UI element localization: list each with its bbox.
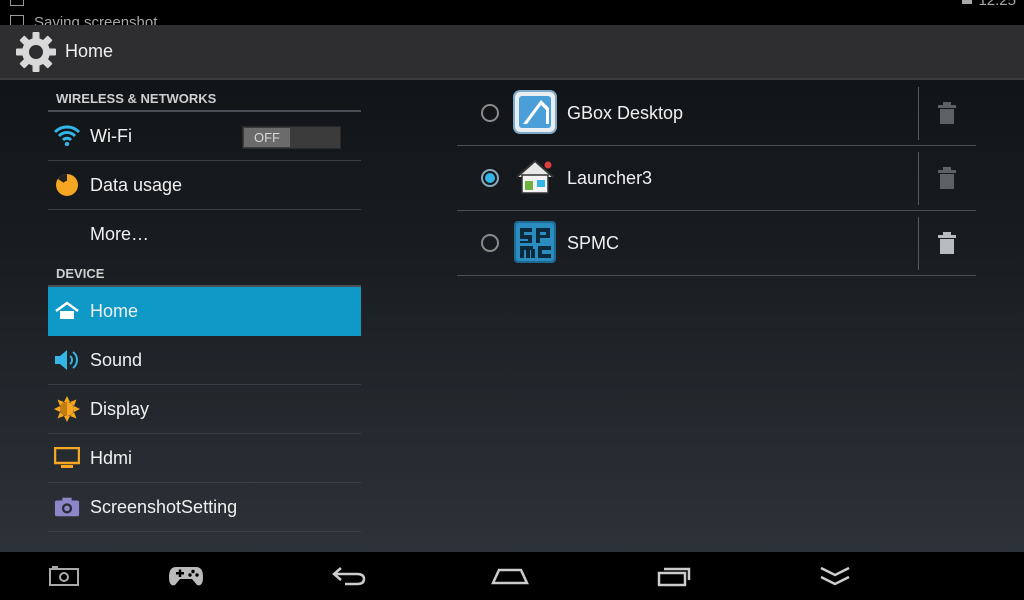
app-name: GBox Desktop [567, 103, 684, 123]
app-radio-selected[interactable] [481, 169, 499, 187]
wifi-toggle[interactable]: OFF [242, 126, 341, 149]
screenshot-icon[interactable] [44, 562, 84, 590]
brightness-icon [54, 396, 80, 422]
home-nav-icon[interactable] [490, 562, 530, 590]
notification-text: Saving screenshot [34, 14, 158, 25]
gbox-desktop-icon [513, 90, 557, 134]
app-radio[interactable] [481, 234, 499, 252]
spmc-icon [514, 221, 556, 263]
battery-icon [962, 0, 972, 4]
sidebar-item-label: Hdmi [90, 447, 133, 468]
app-radio[interactable] [481, 104, 499, 122]
sidebar-item-label: Data usage [90, 174, 183, 195]
sidebar-item-sound[interactable]: Sound [48, 336, 361, 385]
collapse-icon[interactable] [815, 562, 855, 590]
camera-icon [54, 494, 80, 520]
sidebar-item-data-usage[interactable]: Data usage [48, 161, 361, 210]
recents-icon[interactable] [654, 562, 694, 590]
section-header-wireless: WIRELESS & NETWORKS [48, 84, 361, 112]
wifi-toggle-state: OFF [244, 128, 290, 147]
data-usage-icon [54, 172, 80, 198]
home-app-list: GBox Desktop Launcher3 SPMC [457, 81, 976, 276]
divider [918, 217, 919, 270]
trash-icon[interactable] [937, 101, 957, 125]
app-row-spmc[interactable]: SPMC [457, 211, 976, 276]
wifi-icon [54, 123, 80, 149]
settings-gear-icon[interactable] [14, 30, 58, 74]
trash-icon[interactable] [937, 166, 957, 190]
status-bar: Saving screenshot 12:25 [0, 0, 1024, 25]
clock: 12:25 [978, 0, 1016, 9]
settings-sidebar: WIRELESS & NETWORKS Wi-Fi OFF Data usage… [48, 84, 361, 532]
notification-image-icon [10, 0, 24, 6]
action-bar: Home [0, 25, 1024, 80]
trash-icon[interactable] [937, 231, 957, 255]
monitor-icon [54, 445, 80, 471]
sidebar-item-label: ScreenshotSetting [90, 496, 238, 517]
speaker-icon [54, 347, 80, 373]
gamepad-icon[interactable] [166, 562, 206, 590]
sidebar-item-label: More… [90, 224, 150, 244]
app-row-launcher3[interactable]: Launcher3 [457, 146, 976, 211]
sidebar-item-label: Display [90, 398, 150, 419]
sidebar-item-label: Sound [90, 349, 143, 370]
sidebar-item-display[interactable]: Display [48, 385, 361, 434]
sidebar-item-more[interactable]: More… [48, 210, 361, 259]
app-name: SPMC [567, 233, 620, 253]
divider [918, 87, 919, 140]
sidebar-item-screenshot-setting[interactable]: ScreenshotSetting [48, 483, 361, 532]
app-name: Launcher3 [567, 168, 653, 188]
sidebar-item-label: Home [90, 300, 139, 321]
sidebar-item-home[interactable]: Home [48, 287, 361, 336]
navigation-bar [0, 552, 1024, 600]
sidebar-item-label: Wi-Fi [90, 125, 132, 146]
app-row-gbox-desktop[interactable]: GBox Desktop [457, 81, 976, 146]
notification-screenshot-icon [10, 15, 24, 25]
back-icon[interactable] [329, 562, 369, 590]
divider [918, 152, 919, 205]
sidebar-item-hdmi[interactable]: Hdmi [48, 434, 361, 483]
sidebar-item-wifi[interactable]: Wi-Fi OFF [48, 112, 361, 161]
launcher-house-icon [516, 159, 554, 194]
section-header-device: DEVICE [48, 259, 361, 287]
page-title: Home [65, 41, 114, 61]
home-icon [54, 298, 80, 324]
